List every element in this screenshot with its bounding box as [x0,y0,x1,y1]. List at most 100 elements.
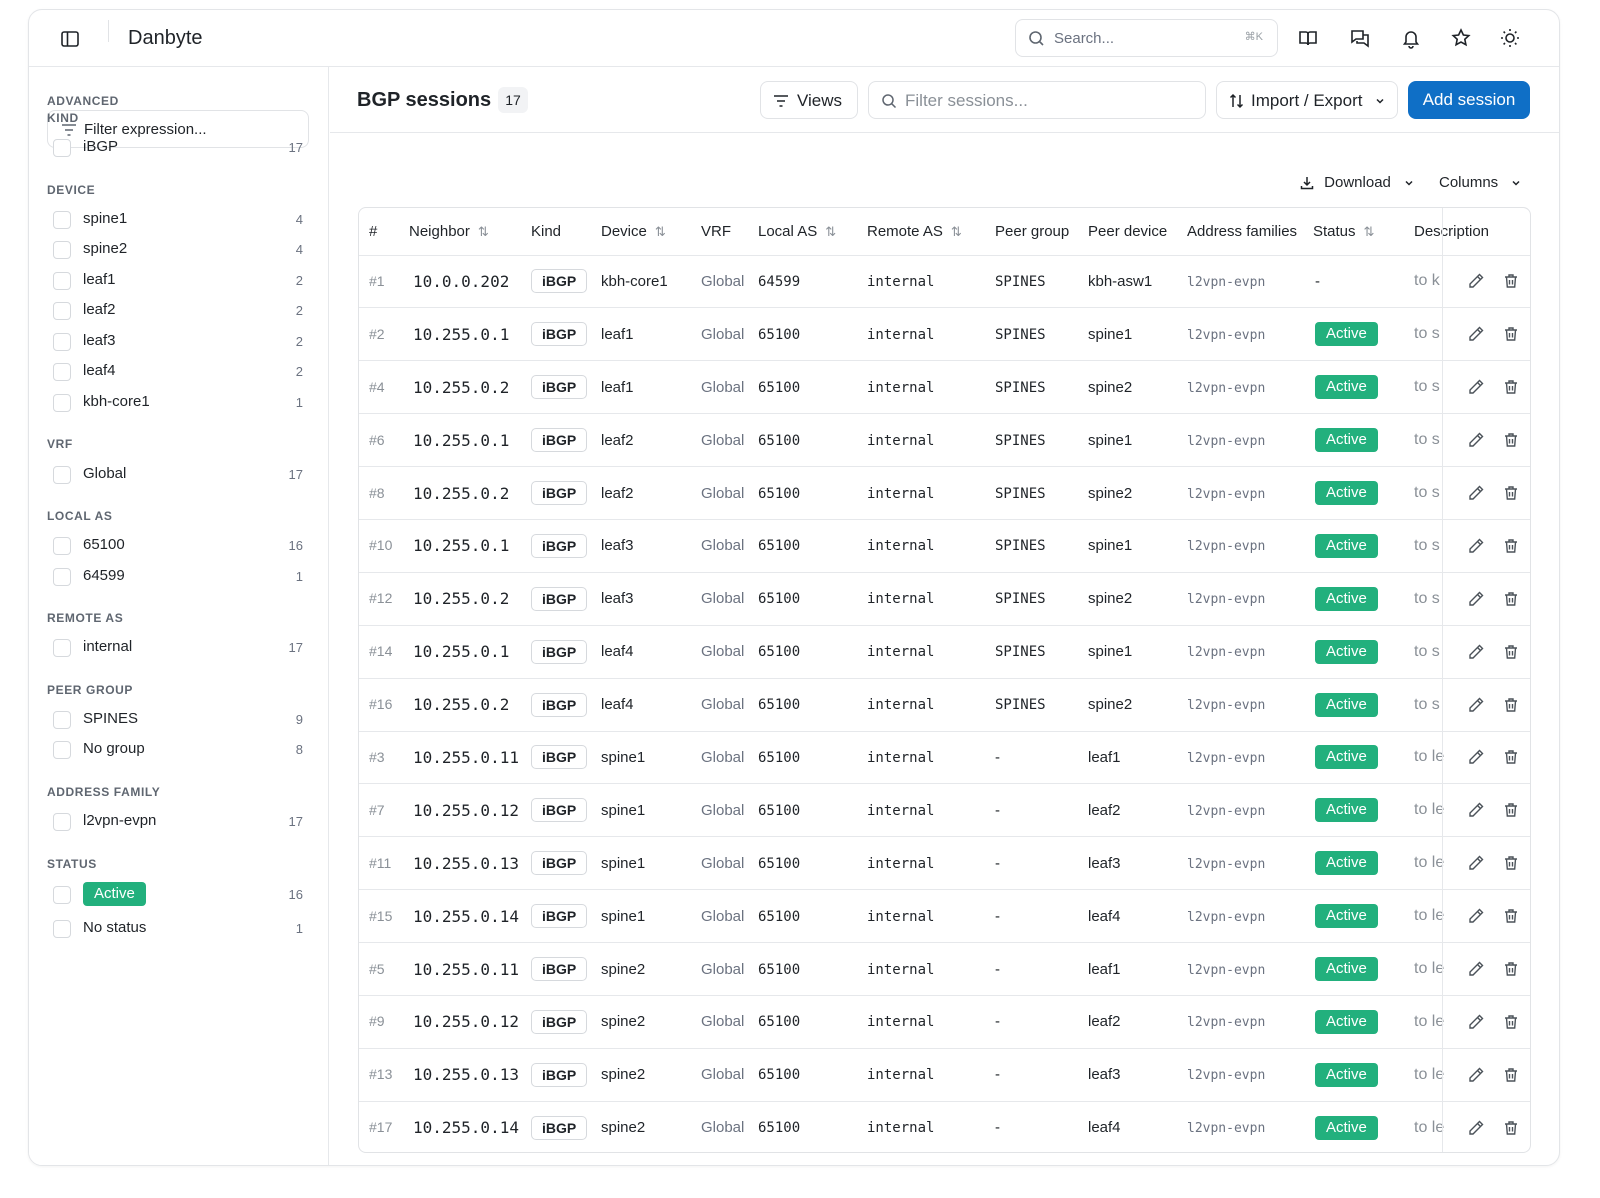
pencil-icon[interactable] [1467,1066,1485,1084]
filter-checkbox[interactable] [53,537,71,555]
filter-checkbox[interactable] [53,241,71,259]
filter-checkbox[interactable] [53,302,71,320]
table-row[interactable]: #8 10.255.0.2 iBGP leaf2 Global 65100 internal… [359,466,1530,520]
filter-option[interactable]: l2vpn-evpn 17 [53,808,305,836]
table-row[interactable]: #15 10.255.0.14 iBGP spine1 Global 65100 inter… [359,889,1530,944]
sun-icon[interactable] [1499,27,1521,49]
table-row[interactable]: #6 10.255.0.1 iBGP leaf2 Global 65100 internal… [359,413,1530,468]
filter-option[interactable]: Global 17 [53,461,305,489]
chat-icon[interactable] [1349,27,1371,49]
filter-checkbox[interactable] [53,466,71,484]
import-export-button[interactable]: Import / Export [1216,81,1398,119]
trash-icon[interactable] [1502,537,1520,555]
filter-checkbox[interactable] [53,741,71,759]
pencil-icon[interactable] [1467,1119,1485,1137]
table-row[interactable]: #3 10.255.0.11 iBGP spine1 Global 65100 intern… [359,731,1530,785]
filter-sessions-field[interactable] [868,81,1206,119]
pencil-icon[interactable] [1467,907,1485,925]
trash-icon[interactable] [1502,696,1520,714]
filter-option[interactable]: leaf1 2 [53,267,305,295]
pencil-icon[interactable] [1467,696,1485,714]
trash-icon[interactable] [1502,378,1520,396]
add-session-button[interactable]: Add session [1408,81,1530,119]
filter-checkbox[interactable] [53,568,71,586]
table-row[interactable]: #13 10.255.0.13 iBGP spine2 Global 65100 inter… [359,1048,1530,1102]
trash-icon[interactable] [1502,960,1520,978]
table-row[interactable]: #14 10.255.0.1 iBGP leaf4 Global 65100 interna… [359,625,1530,679]
filter-option[interactable]: 64599 1 [53,563,305,591]
filter-checkbox[interactable] [53,272,71,290]
trash-icon[interactable] [1502,643,1520,661]
filter-option[interactable]: Active 16 [53,881,305,909]
sort-icon[interactable]: ⇅ [478,224,489,240]
pencil-icon[interactable] [1467,643,1485,661]
download-button[interactable]: Download [1300,174,1415,191]
trash-icon[interactable] [1502,484,1520,502]
filter-checkbox[interactable] [53,139,71,157]
pencil-icon[interactable] [1467,590,1485,608]
filter-option[interactable]: leaf4 2 [53,358,305,386]
trash-icon[interactable] [1502,1119,1520,1137]
trash-icon[interactable] [1502,325,1520,343]
filter-option[interactable]: kbh-core1 1 [53,389,305,417]
filter-checkbox[interactable] [53,711,71,729]
trash-icon[interactable] [1502,1066,1520,1084]
views-button[interactable]: Views [760,81,858,119]
pencil-icon[interactable] [1467,325,1485,343]
table-row[interactable]: #5 10.255.0.11 iBGP spine2 Global 65100 intern… [359,942,1530,996]
trash-icon[interactable] [1502,590,1520,608]
trash-icon[interactable] [1502,748,1520,766]
table-row[interactable]: #4 10.255.0.2 iBGP leaf1 Global 65100 internal… [359,360,1530,415]
trash-icon[interactable] [1502,1013,1520,1031]
global-search[interactable]: Search... ⌘K [1015,19,1278,57]
filter-option[interactable]: leaf2 2 [53,297,305,325]
filter-checkbox[interactable] [53,639,71,657]
filter-sessions-input[interactable] [905,88,1195,114]
column-header[interactable]: Neighbor ⇅ [399,208,529,256]
trash-icon[interactable] [1502,431,1520,449]
pencil-icon[interactable] [1467,960,1485,978]
column-header[interactable]: Device ⇅ [599,208,699,256]
pencil-icon[interactable] [1467,378,1485,396]
columns-button[interactable]: Columns [1439,174,1522,191]
table-row[interactable]: #11 10.255.0.13 iBGP spine1 Global 65100 inter… [359,836,1530,891]
table-row[interactable]: #7 10.255.0.12 iBGP spine1 Global 65100 intern… [359,783,1530,838]
table-row[interactable]: #1 10.0.0.202 iBGP kbh-core1 Global 64599 inte… [359,255,1530,309]
pencil-icon[interactable] [1467,272,1485,290]
filter-option[interactable]: iBGP 17 [53,134,305,162]
filter-checkbox[interactable] [53,920,71,938]
trash-icon[interactable] [1502,272,1520,290]
trash-icon[interactable] [1502,854,1520,872]
trash-icon[interactable] [1502,801,1520,819]
sidebar-toggle-icon[interactable] [59,28,81,50]
filter-checkbox[interactable] [53,394,71,412]
trash-icon[interactable] [1502,907,1520,925]
filter-option[interactable]: internal 17 [53,634,305,662]
bell-icon[interactable] [1400,27,1422,49]
filter-option[interactable]: No group 8 [53,736,305,764]
filter-option[interactable]: leaf3 2 [53,328,305,356]
filter-checkbox[interactable] [53,886,71,904]
table-row[interactable]: #9 10.255.0.12 iBGP spine2 Global 65100 intern… [359,995,1530,1049]
column-header[interactable]: Status ⇅ [1311,208,1406,256]
sort-icon[interactable]: ⇅ [1364,224,1375,240]
pencil-icon[interactable] [1467,854,1485,872]
table-row[interactable]: #2 10.255.0.1 iBGP leaf1 Global 65100 internal… [359,307,1530,362]
column-header[interactable]: Local AS ⇅ [756,208,865,256]
filter-option[interactable]: SPINES 9 [53,706,305,734]
pencil-icon[interactable] [1467,801,1485,819]
pencil-icon[interactable] [1467,484,1485,502]
pencil-icon[interactable] [1467,431,1485,449]
table-row[interactable]: #12 10.255.0.2 iBGP leaf3 Global 65100 interna… [359,572,1530,626]
star-icon[interactable] [1450,27,1472,49]
filter-option[interactable]: 65100 16 [53,532,305,560]
table-row[interactable]: #17 10.255.0.14 iBGP spine2 Global 65100 inter… [359,1101,1530,1152]
sort-icon[interactable]: ⇅ [951,224,962,240]
pencil-icon[interactable] [1467,537,1485,555]
sort-icon[interactable]: ⇅ [825,224,836,240]
filter-option[interactable]: No status 1 [53,915,305,943]
filter-checkbox[interactable] [53,333,71,351]
filter-option[interactable]: spine1 4 [53,206,305,234]
column-header[interactable]: Remote AS ⇅ [865,208,993,256]
filter-checkbox[interactable] [53,211,71,229]
